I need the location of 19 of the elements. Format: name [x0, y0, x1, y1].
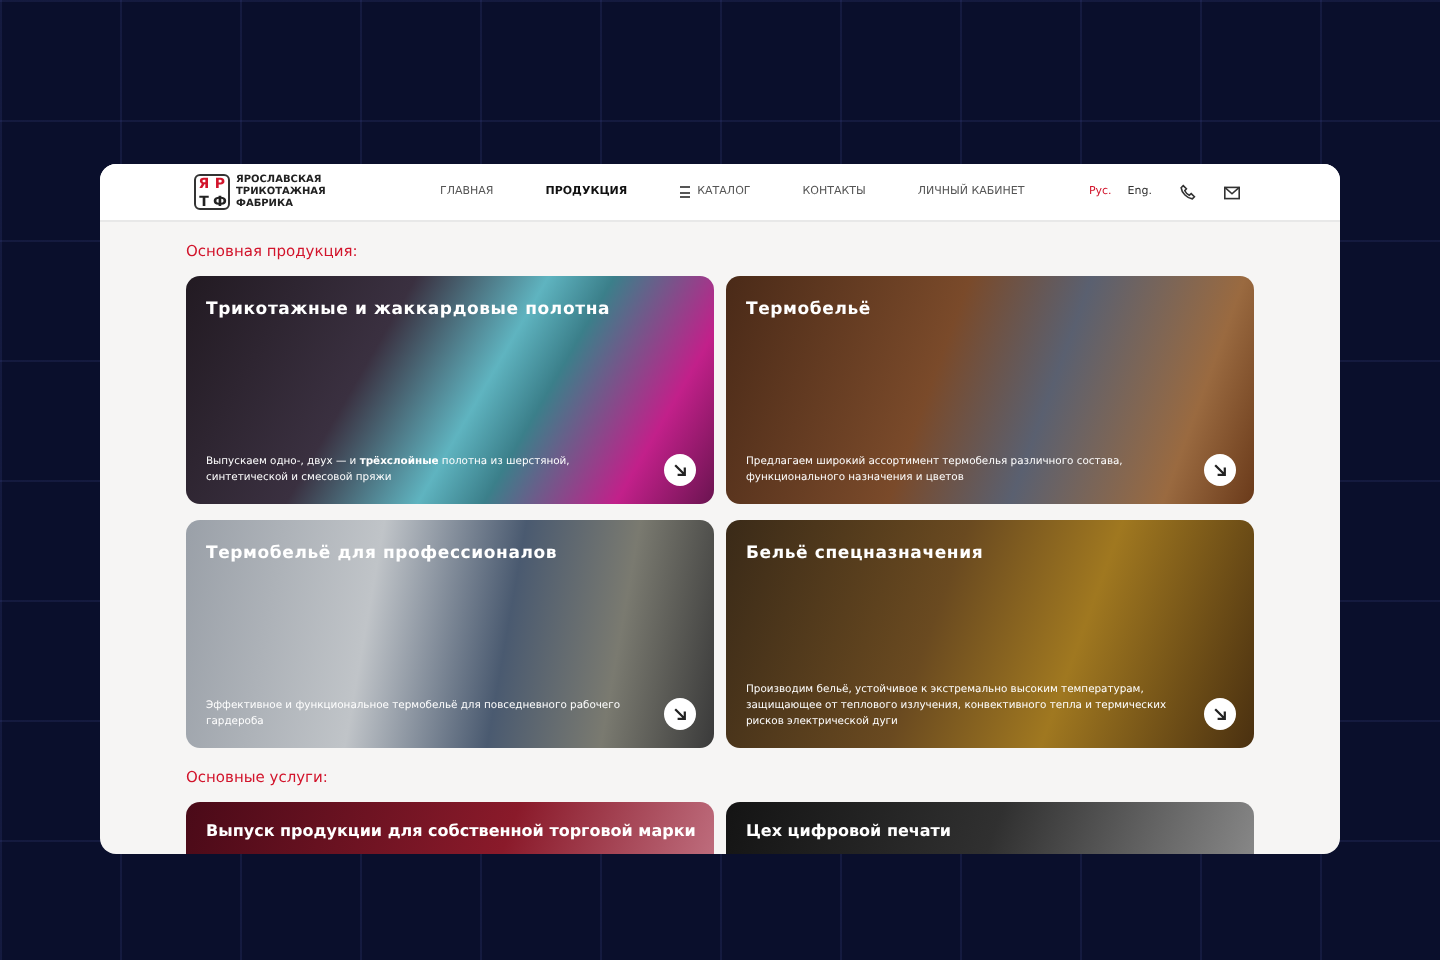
arrow-icon	[1212, 706, 1228, 722]
card-title: Термобельё для профессионалов	[206, 544, 560, 564]
card-title: Выпуск продукции для собственной торговой марки	[206, 822, 696, 840]
arrow-icon	[672, 462, 688, 478]
arrow-button[interactable]	[1204, 454, 1236, 486]
arrow-icon	[1212, 462, 1228, 478]
arrow-button[interactable]	[1204, 698, 1236, 730]
card-title: Цех цифровой печати	[746, 822, 954, 840]
card-title: Бельё спецназначения	[746, 544, 986, 564]
menu-icon	[679, 186, 690, 198]
card-title: Трикотажные и жаккардовые полотна	[206, 300, 613, 320]
arrow-icon	[672, 706, 688, 722]
phone-icon[interactable]	[1180, 184, 1196, 200]
photo-card[interactable]: Выпуск продукции для собственной торговой марки	[186, 802, 714, 854]
card-title: Термобельё	[746, 300, 873, 320]
arrow-button[interactable]	[664, 454, 696, 486]
photo-card[interactable]: Цех цифровой печати	[726, 802, 1254, 854]
mail-icon[interactable]	[1224, 185, 1240, 199]
arrow-button[interactable]	[664, 698, 696, 730]
